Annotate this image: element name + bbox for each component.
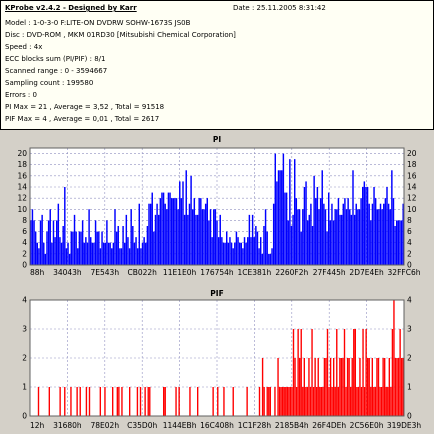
y-tick-label-left: 18 — [17, 160, 27, 169]
y-tick-label-left: 14 — [17, 183, 27, 192]
y-tick-label-left: 20 — [17, 149, 27, 158]
ecc-line: ECC blocks sum (PI/PIF) : 8/1 — [5, 55, 106, 63]
y-tick-label-left: 12 — [17, 194, 27, 203]
y-tick-label-right: 12 — [407, 194, 417, 203]
pi-chart: PI0 02 24 46 68 810 1012 1214 1416 1618 1820 2088h 3… — [17, 135, 421, 277]
y-tick-label-left: 4 — [22, 296, 27, 305]
x-tick-label: 88h — [30, 268, 45, 277]
sampling-line: Sampling count : 199580 — [5, 79, 94, 87]
y-tick-label-left: 2 — [22, 354, 27, 363]
x-tick-label: CB022h — [127, 268, 157, 277]
disc-line: Disc : DVD-ROM , MKM 01RD30 [Mitsubishi … — [5, 31, 236, 39]
y-tick-label-right: 2 — [407, 354, 412, 363]
y-tick-label-right: 0 — [407, 412, 412, 421]
y-tick-label-right: 1 — [407, 383, 412, 392]
info-panel: KProbe v2.4.2 - Designed by Karr Date : … — [0, 0, 434, 130]
x-tick-label: 7E543h — [91, 268, 120, 277]
app-title: KProbe v2.4.2 - Designed by Karr — [5, 4, 137, 12]
y-tick-label-left: 10 — [17, 205, 27, 214]
speed-line: Speed : 4x — [5, 43, 43, 51]
y-tick-label-right: 4 — [407, 296, 412, 305]
y-tick-label-left: 0 — [22, 261, 27, 270]
pif-summary-line: PIF Max = 4 , Average = 0,01 , Total = 2… — [5, 115, 160, 123]
pi-chart-panel: PI 0 0 2 2 4 4 6 6 8 8 10 10 12 12 14 14 16 16 18 18 20 20 88h 3… — [0, 132, 434, 278]
x-tick-label: 1CE381h — [237, 268, 271, 277]
y-tick-label-right: 20 — [407, 149, 417, 158]
x-tick-label: 32FFC6h — [388, 268, 421, 277]
y-tick-label-right: 14 — [407, 183, 417, 192]
x-tick-label: 1144EBh — [163, 421, 197, 430]
x-tick-label: 319DE3h — [387, 421, 422, 430]
chart-title: PIF — [210, 289, 223, 298]
y-tick-label-left: 16 — [17, 171, 27, 180]
y-tick-label-right: 10 — [407, 205, 417, 214]
y-tick-label-right: 4 — [407, 238, 412, 247]
y-tick-label-left: 2 — [22, 249, 27, 258]
y-tick-label-right: 18 — [407, 160, 417, 169]
x-tick-label: 34043h — [53, 268, 82, 277]
x-tick-label: 27F445h — [313, 268, 346, 277]
chart-title: PI — [213, 135, 221, 144]
model-line: Model : 1-0-3-0 F:LITE-ON DVDRW SOHW-167… — [5, 19, 191, 27]
y-tick-label-left: 0 — [22, 412, 27, 421]
x-tick-label: 11E1E0h — [163, 268, 197, 277]
pif-chart: PIF 0 0 1 1 2 2 3 3 4 4 12h 31680h 78E02h C35D0h 1144EB… — [22, 289, 422, 430]
scan-date: Date : 25.11.2005 8:31:42 — [233, 4, 326, 12]
y-tick-label-right: 6 — [407, 227, 412, 236]
x-tick-label: 176754h — [200, 268, 234, 277]
x-tick-label: C35D0h — [127, 421, 157, 430]
y-tick-label-left: 6 — [22, 227, 27, 236]
x-tick-label: 2260F2h — [275, 268, 308, 277]
x-tick-label: 2D7E4Eh — [349, 268, 384, 277]
x-tick-label: 78E02h — [91, 421, 120, 430]
pif-chart-panel: PIF 0 0 1 1 2 2 3 3 4 4 12h 31680h 78E02h C35D0h 1144EB… — [0, 284, 434, 434]
x-tick-label: 31680h — [53, 421, 82, 430]
y-tick-label-right: 8 — [407, 216, 412, 225]
x-tick-label: 26F4DEh — [312, 421, 346, 430]
y-tick-label-right: 3 — [407, 325, 412, 334]
y-tick-label-left: 1 — [22, 383, 27, 392]
errors-line: Errors : 0 — [5, 91, 37, 99]
range-line: Scanned range : 0 - 3594667 — [5, 67, 108, 75]
y-tick-label-right: 16 — [407, 171, 417, 180]
y-tick-label-left: 8 — [22, 216, 27, 225]
y-tick-label-right: 2 — [407, 249, 412, 258]
pi-summary-line: PI Max = 21 , Average = 3,52 , Total = 9… — [5, 103, 165, 111]
x-tick-label: 12h — [30, 421, 45, 430]
y-tick-label-left: 4 — [22, 238, 27, 247]
x-tick-label: 16C408h — [200, 421, 234, 430]
x-tick-label: 2185B4h — [275, 421, 309, 430]
x-tick-label: 1C1F28h — [238, 421, 272, 430]
y-tick-label-left: 3 — [22, 325, 27, 334]
x-tick-label: 2C56E0h — [350, 421, 384, 430]
